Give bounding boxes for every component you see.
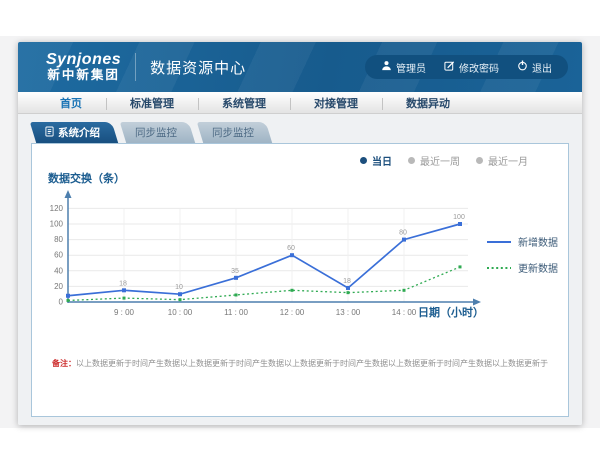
footnote-prefix: 备注： [52,359,76,368]
filter-radio-2[interactable]: 最近一月 [476,153,528,168]
svg-text:18: 18 [119,280,127,287]
page-title: 数据资源中心 [150,57,246,78]
legend-item-1[interactable]: 更新数据 [487,260,558,275]
svg-text:120: 120 [50,204,64,213]
user-menu-power[interactable]: 退出 [517,60,552,75]
svg-text:12 : 00: 12 : 00 [280,308,305,317]
svg-text:13 : 00: 13 : 00 [336,308,361,317]
logo-text-cn: 新中新集团 [47,69,120,82]
radio-dot-icon [408,157,415,164]
tab-1[interactable]: 同步监控 [123,122,192,143]
app-window: Synjones 新中新集团 数据资源中心 管理员修改密码退出 首页标准管理系统… [18,42,582,425]
legend-line-icon [487,266,511,270]
user-menu-edit[interactable]: 修改密码 [444,60,499,75]
svg-text:35: 35 [231,268,239,275]
filter-radio-0[interactable]: 当日 [360,153,392,168]
main-nav: 首页标准管理系统管理对接管理数据异动 [18,92,582,114]
svg-text:11 : 00: 11 : 00 [224,308,248,317]
filter-radio-1[interactable]: 最近一周 [408,153,460,168]
svg-text:20: 20 [54,282,63,291]
tab-bar: 系统介绍同步监控同步监控 [33,122,569,143]
user-icon [381,60,392,74]
nav-item-1[interactable]: 标准管理 [106,95,198,111]
document-icon [45,126,54,140]
svg-text:80: 80 [54,235,63,244]
svg-text:10: 10 [175,284,183,291]
chart-panel: 当日最近一周最近一月 数据交换（条） 0204060801001209 : 00… [31,143,569,417]
svg-text:10 : 00: 10 : 00 [168,308,193,317]
header-divider [135,53,136,81]
footnote: 备注：以上数据更新于时间产生数据以上数据更新于时间产生数据以上数据更新于时间产生… [32,358,568,369]
user-menu-user[interactable]: 管理员 [381,60,426,75]
svg-text:60: 60 [287,245,295,252]
svg-text:100: 100 [453,214,465,221]
chart-legend: 新增数据更新数据 [487,234,558,275]
svg-text:80: 80 [399,230,407,237]
line-chart: 0 20 40 60 80 100 120 9 : 00 10 : 00 11 : 00 12 : … [32,184,492,336]
footnote-text: 以上数据更新于时间产生数据以上数据更新于时间产生数据以上数据更新于时间产生数据以… [76,359,548,368]
company-logo: Synjones 新中新集团 [46,52,121,82]
svg-text:40: 40 [54,266,63,275]
nav-item-0[interactable]: 首页 [36,95,106,111]
tab-2[interactable]: 同步监控 [200,122,269,143]
edit-icon [444,60,455,74]
svg-text:18: 18 [343,278,351,285]
radio-dot-icon [360,157,367,164]
legend-item-0[interactable]: 新增数据 [487,234,558,249]
svg-text:9 : 00: 9 : 00 [114,308,135,317]
tab-0[interactable]: 系统介绍 [33,122,115,143]
svg-text:日期（小时）: 日期（小时） [418,305,484,319]
content-area: 系统介绍同步监控同步监控 当日最近一周最近一月 数据交换（条） 02040608… [18,114,582,425]
radio-dot-icon [476,157,483,164]
svg-text:0: 0 [59,298,64,307]
user-menu: 管理员 修改密码 退出 [365,55,568,79]
svg-text:100: 100 [50,220,64,229]
app-header: Synjones 新中新集团 数据资源中心 管理员 修改密码 退出 [18,42,582,92]
nav-item-2[interactable]: 系统管理 [198,95,290,111]
time-range-filters: 当日 最近一周 最近一月 [360,153,528,168]
nav-item-3[interactable]: 对接管理 [290,95,382,111]
power-icon [517,60,528,74]
svg-text:14 : 00: 14 : 00 [392,308,417,317]
nav-item-4[interactable]: 数据异动 [382,95,474,111]
logo-text-en: Synjones [46,52,121,69]
legend-line-icon [487,240,511,244]
svg-text:60: 60 [54,251,63,260]
